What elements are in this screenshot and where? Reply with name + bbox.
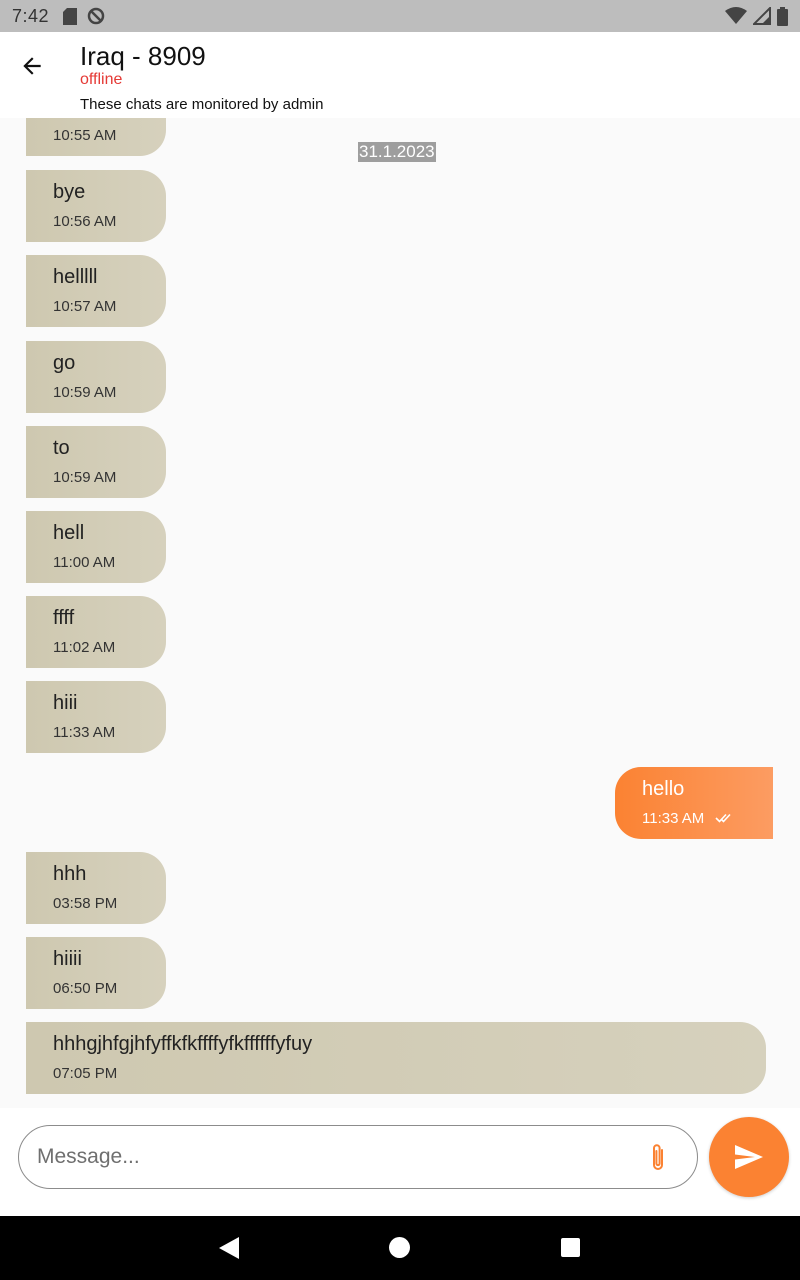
message-text: hell — [53, 522, 85, 544]
message-text: hiiii — [53, 948, 82, 970]
message-list[interactable]: 31.1.2023 10:55 AM bye 10:56 AM helllll … — [0, 118, 800, 1108]
message-text: ffff — [53, 607, 75, 629]
status-bar: 7:42 — [0, 0, 800, 32]
message-time: 11:33 AM — [642, 810, 705, 827]
system-nav-bar — [0, 1216, 800, 1280]
message-bubble-outgoing[interactable]: hello 11:33 AM — [615, 767, 773, 839]
message-time: 06:50 PM — [53, 980, 118, 997]
message-bubble-incoming[interactable]: helllll 10:57 AM — [26, 255, 166, 327]
message-time: 11:00 AM — [53, 554, 116, 571]
nav-home-icon[interactable] — [389, 1237, 410, 1258]
message-bubble-incoming[interactable]: 10:55 AM — [26, 118, 166, 156]
message-bubble-incoming[interactable]: hhhgjhfgjhfyffkfkffffyfkffffffyfuy 07:05… — [26, 1022, 766, 1094]
status-left-icons — [63, 7, 105, 25]
presence-status: offline — [80, 71, 123, 88]
message-time: 11:02 AM — [53, 639, 116, 656]
monitor-notice: These chats are monitored by admin — [80, 96, 324, 113]
message-bubble-incoming[interactable]: hiiii 06:50 PM — [26, 937, 166, 1009]
message-text: to — [53, 437, 70, 459]
message-time: 10:55 AM — [53, 127, 117, 144]
status-time: 7:42 — [12, 5, 50, 26]
message-bubble-incoming[interactable]: go 10:59 AM — [26, 341, 166, 413]
message-bubble-incoming[interactable]: to 10:59 AM — [26, 426, 166, 498]
message-time: 10:59 AM — [53, 384, 117, 401]
message-time: 07:05 PM — [53, 1065, 118, 1082]
message-text: hhhgjhfgjhfyffkfkffffyfkffffffyfuy — [53, 1033, 313, 1055]
wifi-icon — [725, 7, 747, 24]
message-text: hiii — [53, 692, 78, 714]
arrow-back-icon — [23, 57, 41, 75]
message-bubble-incoming[interactable]: bye 10:56 AM — [26, 170, 166, 242]
double-check-icon — [715, 813, 731, 823]
message-input[interactable] — [18, 1125, 698, 1189]
message-composer — [0, 1108, 800, 1216]
nav-back-icon[interactable] — [218, 1236, 240, 1260]
message-text: helllll — [53, 266, 98, 288]
battery-icon — [777, 6, 788, 26]
send-icon — [735, 1145, 763, 1169]
attach-button[interactable] — [640, 1138, 676, 1178]
chat-header: Iraq - 8909 offline These chats are moni… — [0, 32, 800, 118]
message-text: go — [53, 352, 76, 374]
send-button[interactable] — [709, 1117, 789, 1197]
message-time: 11:33 AM — [53, 724, 116, 741]
message-bubble-incoming[interactable]: ffff 11:02 AM — [26, 596, 166, 668]
date-divider: 31.1.2023 — [358, 142, 436, 162]
nav-recents-icon[interactable] — [561, 1238, 580, 1257]
message-time: 10:59 AM — [53, 469, 117, 486]
chat-title: Iraq - 8909 — [80, 41, 206, 71]
message-time: 03:58 PM — [53, 895, 118, 912]
message-text: hhh — [53, 863, 87, 885]
back-button[interactable] — [14, 48, 50, 84]
message-text: bye — [53, 181, 86, 203]
signal-icon — [753, 7, 771, 25]
message-time: 10:57 AM — [53, 298, 117, 315]
no-sync-icon — [87, 7, 105, 25]
message-time: 10:56 AM — [53, 213, 117, 230]
sd-card-icon — [63, 7, 78, 25]
status-right-icons — [725, 6, 788, 26]
paperclip-icon — [653, 1144, 663, 1170]
message-bubble-incoming[interactable]: hell 11:00 AM — [26, 511, 166, 583]
message-bubble-incoming[interactable]: hhh 03:58 PM — [26, 852, 166, 924]
message-text: hello — [642, 778, 685, 800]
message-bubble-incoming[interactable]: hiii 11:33 AM — [26, 681, 166, 753]
